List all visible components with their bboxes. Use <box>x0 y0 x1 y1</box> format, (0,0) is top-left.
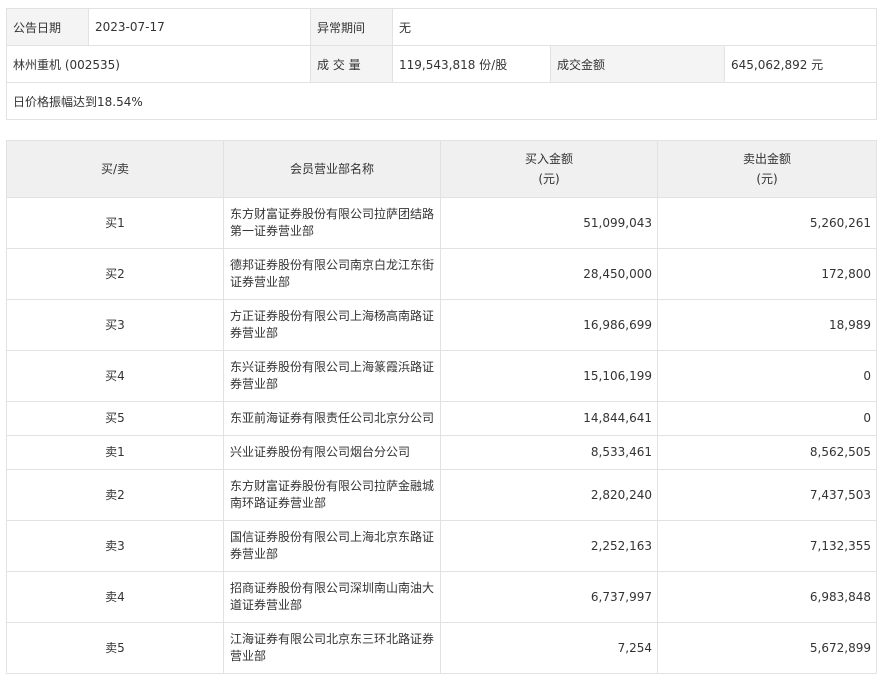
row-side: 卖3 <box>6 520 224 572</box>
row-buy-amount: 8,533,461 <box>440 435 658 470</box>
row-branch-name: 兴业证券股份有限公司烟台分公司 <box>223 435 441 470</box>
row-buy-amount: 6,737,997 <box>440 571 658 623</box>
table-row: 买4 东兴证券股份有限公司上海篆霞浜路证券营业部 15,106,199 0 <box>6 350 877 402</box>
row-side: 买4 <box>6 350 224 402</box>
row-buy-amount: 2,252,163 <box>440 520 658 572</box>
abnormal-reason: 日价格振幅达到18.54% <box>5 82 878 120</box>
row-side: 卖2 <box>6 469 224 521</box>
row-branch-name: 东方财富证券股份有限公司拉萨金融城南环路证券营业部 <box>223 469 441 521</box>
row-buy-amount: 14,844,641 <box>440 401 658 436</box>
table-row: 卖4 招商证券股份有限公司深圳南山南油大道证券营业部 6,737,997 6,9… <box>6 571 877 623</box>
row-buy-amount: 15,106,199 <box>440 350 658 402</box>
row-sell-amount: 5,260,261 <box>657 197 877 249</box>
row-branch-name: 方正证券股份有限公司上海杨高南路证券营业部 <box>223 299 441 351</box>
row-sell-amount: 18,989 <box>657 299 877 351</box>
row-side: 买5 <box>6 401 224 436</box>
row-buy-amount: 28,450,000 <box>440 248 658 300</box>
header-branch-name: 会员营业部名称 <box>223 140 441 198</box>
row-branch-name: 德邦证券股份有限公司南京白龙江东街证券营业部 <box>223 248 441 300</box>
header-side: 买/卖 <box>6 140 224 198</box>
row-buy-amount: 7,254 <box>440 622 658 674</box>
row-sell-amount: 0 <box>657 401 877 436</box>
table-row: 卖5 江海证券有限公司北京东三环北路证券营业部 7,254 5,672,899 <box>6 622 877 674</box>
table-row: 买3 方正证券股份有限公司上海杨高南路证券营业部 16,986,699 18,9… <box>6 299 877 351</box>
amount-value: 645,062,892 元 <box>723 45 878 83</box>
row-branch-name: 国信证券股份有限公司上海北京东路证券营业部 <box>223 520 441 572</box>
header-buy-amount: 买入金额 (元) <box>440 140 658 198</box>
volume-value: 119,543,818 份/股 <box>392 45 551 83</box>
row-side: 卖4 <box>6 571 224 623</box>
row-side: 买2 <box>6 248 224 300</box>
table-row: 卖3 国信证券股份有限公司上海北京东路证券营业部 2,252,163 7,132… <box>6 520 877 572</box>
row-sell-amount: 172,800 <box>657 248 877 300</box>
row-branch-name: 招商证券股份有限公司深圳南山南油大道证券营业部 <box>223 571 441 623</box>
table-row: 买2 德邦证券股份有限公司南京白龙江东街证券营业部 28,450,000 172… <box>6 248 877 300</box>
row-sell-amount: 7,132,355 <box>657 520 877 572</box>
header-sell-amount: 卖出金额 (元) <box>657 140 877 198</box>
amount-label: 成交金额 <box>550 45 725 83</box>
volume-label: 成 交 量 <box>310 45 393 83</box>
row-branch-name: 东方财富证券股份有限公司拉萨团结路第一证券营业部 <box>223 197 441 249</box>
row-buy-amount: 2,820,240 <box>440 469 658 521</box>
abnormal-period-label: 异常期间 <box>310 8 393 46</box>
row-branch-name: 江海证券有限公司北京东三环北路证券营业部 <box>223 622 441 674</box>
abnormal-period-value: 无 <box>391 8 878 46</box>
row-side: 买1 <box>6 197 224 249</box>
stock-name: 林州重机 (002535) <box>6 45 311 83</box>
table-row: 买1 东方财富证券股份有限公司拉萨团结路第一证券营业部 51,099,043 5… <box>6 197 877 249</box>
table-row: 买5 东亚前海证券有限责任公司北京分公司 14,844,641 0 <box>6 401 877 436</box>
announce-date-value: 2023-07-17 <box>88 8 311 46</box>
stock-info-table: 公告日期 2023-07-17 异常期间 无 林州重机 (002535) 成 交… <box>5 8 878 120</box>
row-sell-amount: 8,562,505 <box>657 435 877 470</box>
row-sell-amount: 7,437,503 <box>657 469 877 521</box>
table-row: 卖2 东方财富证券股份有限公司拉萨金融城南环路证券营业部 2,820,240 7… <box>6 469 877 521</box>
trading-seats-table: 买/卖 会员营业部名称 买入金额 (元) 卖出金额 (元) 买1 东方财富证券股… <box>6 140 877 674</box>
row-sell-amount: 0 <box>657 350 877 402</box>
row-buy-amount: 51,099,043 <box>440 197 658 249</box>
row-side: 卖5 <box>6 622 224 674</box>
row-side: 买3 <box>6 299 224 351</box>
row-sell-amount: 6,983,848 <box>657 571 877 623</box>
table-header-row: 买/卖 会员营业部名称 买入金额 (元) 卖出金额 (元) <box>6 140 877 198</box>
row-buy-amount: 16,986,699 <box>440 299 658 351</box>
row-sell-amount: 5,672,899 <box>657 622 877 674</box>
row-side: 卖1 <box>6 435 224 470</box>
row-branch-name: 东亚前海证券有限责任公司北京分公司 <box>223 401 441 436</box>
announce-date-label: 公告日期 <box>6 8 89 46</box>
table-row: 卖1 兴业证券股份有限公司烟台分公司 8,533,461 8,562,505 <box>6 435 877 470</box>
row-branch-name: 东兴证券股份有限公司上海篆霞浜路证券营业部 <box>223 350 441 402</box>
